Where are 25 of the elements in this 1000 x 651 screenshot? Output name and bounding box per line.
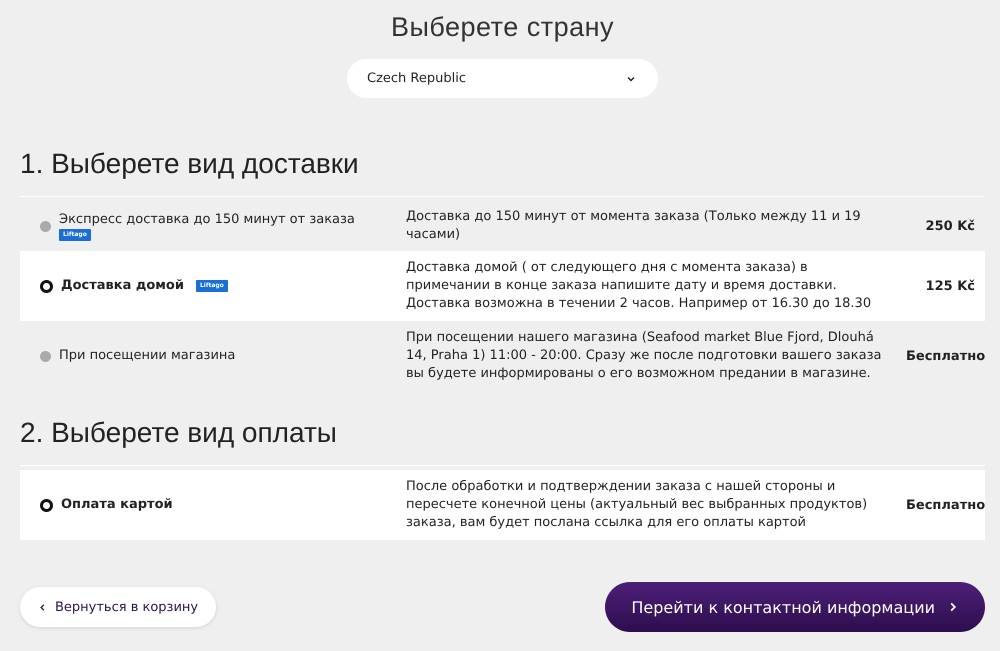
section-heading: 1. Выберете вид доставки — [20, 148, 360, 180]
chevron-left-icon — [38, 602, 47, 612]
option-price: 250 Kč — [924, 218, 975, 234]
option-label: Доставка домой — [61, 277, 184, 295]
section-heading: 2. Выберете вид оплаты — [20, 417, 338, 449]
radio-button[interactable] — [40, 220, 51, 232]
radio-button[interactable] — [40, 498, 53, 512]
option-row[interactable]: Оплата картой После обработки и подтверждении заказа с нашей стороны и пересчете конечной цены (актуальный вес выбранных продуктов) заказа, вам будет послана ссылка для его оплаты картой Бесплатно — [20, 470, 985, 540]
option-description: При посещении нашего магазина (Seafood market Blue Fjord, Dlouhá 14, Praha 1) 11:00 - 20:00. Сразу же после подготовки вашего заказа вы будете информированы о его возможном предании в магазине. — [406, 329, 882, 383]
option-label: Экспресс доставка до 150 минут от заказа — [59, 211, 355, 229]
option-label: Оплата картой — [61, 496, 173, 514]
option-description: Доставка домой ( от следующего дня с момента заказа) в примечании в конце заказа напишите дату и время доставки. Доставка возможна в течении 2 часов. Например от 16.30 до 18.30 — [406, 259, 872, 313]
option-description: Доставка до 150 минут от момента заказа (Только между 11 и 19 часами) — [406, 208, 862, 244]
option-description: После обработки и подтверждении заказа с нашей стороны и пересчете конечной цены (актуальный вес выбранных продуктов) заказа, вам будет послана ссылка для его оплаты картой — [406, 478, 868, 532]
next-button[interactable]: Перейти к контактной информации — [605, 582, 985, 632]
option-price: Бесплатно — [906, 348, 986, 364]
back-button[interactable]: Вернуться в корзину — [20, 587, 216, 627]
country-title: Выберете страну — [390, 12, 614, 43]
option-price: 125 Kč — [924, 278, 975, 294]
option-label: При посещении магазина — [59, 347, 236, 365]
country-select[interactable]: Czech Republic — [347, 59, 658, 98]
option-price: Бесплатно — [906, 498, 986, 512]
radio-button[interactable] — [40, 350, 51, 362]
radio-button[interactable] — [40, 280, 53, 292]
option-row[interactable] — [20, 251, 985, 321]
